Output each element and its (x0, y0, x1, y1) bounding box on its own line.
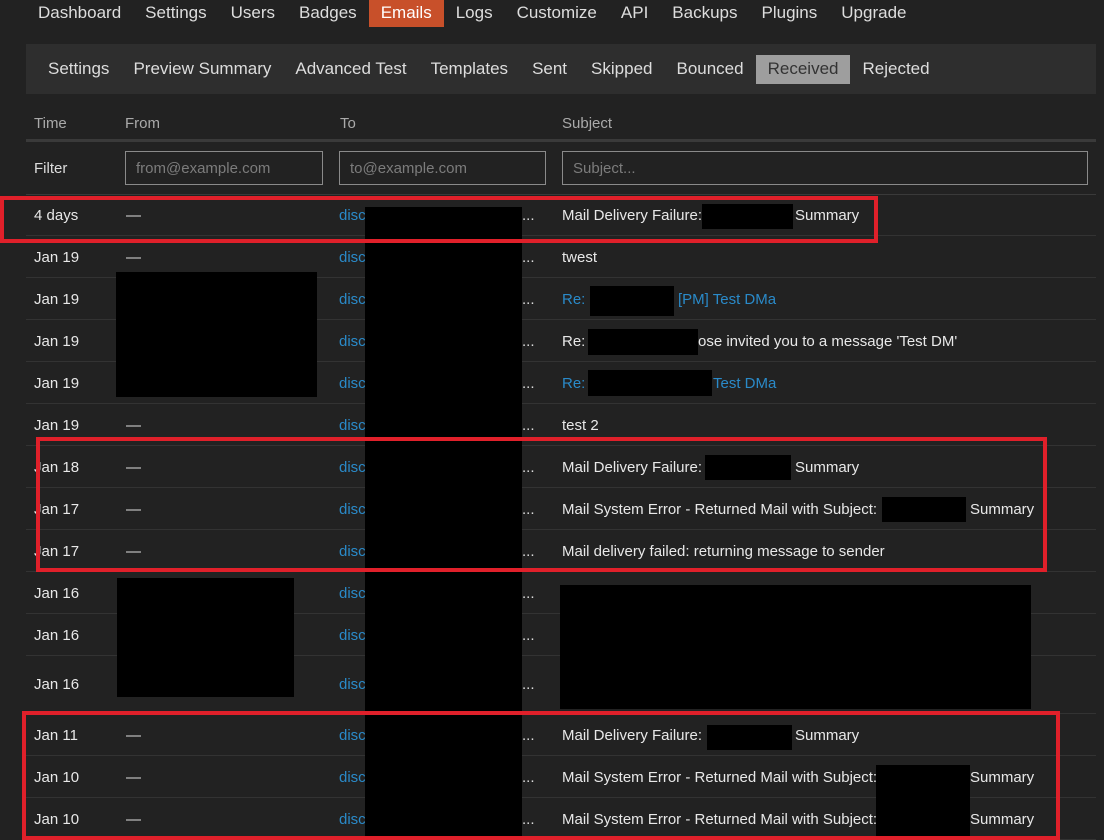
row-subject-link[interactable]: Re: (562, 375, 585, 392)
row-from: — (126, 249, 141, 266)
tab-templates[interactable]: Templates (419, 55, 520, 84)
row-ellipsis: ... (522, 627, 535, 644)
row-to-link[interactable]: disc (339, 417, 366, 434)
row-ellipsis: ... (522, 291, 535, 308)
nav-upgrade[interactable]: Upgrade (829, 0, 918, 27)
redaction-from (117, 578, 294, 697)
row-subject-tail: ose invited you to a message 'Test DM' (698, 333, 958, 350)
tab-received[interactable]: Received (755, 54, 851, 84)
row-time: Jan 16 (34, 585, 80, 602)
header-subject: Subject (562, 115, 613, 132)
nav-customize[interactable]: Customize (505, 0, 609, 27)
tab-bounced[interactable]: Bounced (664, 55, 755, 84)
row-to-link[interactable]: disc (339, 375, 366, 392)
tab-rejected[interactable]: Rejected (850, 55, 941, 84)
tab-preview-summary[interactable]: Preview Summary (121, 55, 283, 84)
highlight-box (0, 196, 878, 243)
nav-plugins[interactable]: Plugins (750, 0, 830, 27)
admin-top-nav: Dashboard Settings Users Badges Emails L… (26, 0, 918, 30)
nav-badges[interactable]: Badges (287, 0, 369, 27)
header-time: Time (34, 115, 67, 132)
row-from: — (126, 417, 141, 434)
from-filter-input[interactable] (125, 151, 323, 185)
row-subject-tail[interactable]: [PM] Test DMa (678, 291, 776, 308)
redaction-subject (588, 370, 712, 396)
nav-backups[interactable]: Backups (660, 0, 749, 27)
row-ellipsis: ... (522, 249, 535, 266)
row-to-link[interactable]: disc (339, 291, 366, 308)
row-ellipsis: ... (522, 333, 535, 350)
nav-dashboard[interactable]: Dashboard (26, 0, 133, 27)
row-subject: twest (562, 249, 598, 266)
tab-skipped[interactable]: Skipped (579, 55, 664, 84)
row-to-link[interactable]: disc (339, 585, 366, 602)
row-time: Jan 16 (34, 676, 80, 693)
row-subject-tail[interactable]: Test DMa (713, 375, 776, 392)
highlight-box (22, 711, 1060, 840)
tab-sent[interactable]: Sent (520, 55, 579, 84)
highlight-box (36, 437, 1047, 572)
header-to: To (340, 115, 356, 132)
row-to-link[interactable]: disc (339, 249, 366, 266)
row-subject: Re: (562, 333, 586, 350)
tab-settings[interactable]: Settings (36, 55, 121, 84)
row-to-link[interactable]: disc (339, 676, 366, 693)
row-to-link[interactable]: disc (339, 333, 366, 350)
nav-api[interactable]: API (609, 0, 660, 27)
redaction-from (116, 272, 317, 397)
row-ellipsis: ... (522, 585, 535, 602)
row-ellipsis: ... (522, 375, 535, 392)
tab-advanced-test[interactable]: Advanced Test (283, 55, 418, 84)
row-ellipsis: ... (522, 417, 535, 434)
filter-row: Filter (26, 142, 1096, 195)
header-from: From (125, 115, 160, 132)
row-time: Jan 19 (34, 333, 80, 350)
nav-settings[interactable]: Settings (133, 0, 218, 27)
redaction-subject (560, 585, 1031, 709)
row-time: Jan 19 (34, 417, 80, 434)
emails-sub-nav: Settings Preview Summary Advanced Test T… (26, 44, 1096, 94)
row-subject: test 2 (562, 417, 599, 434)
received-emails-table: Time From To Subject Filter 4 days — dis… (26, 102, 1096, 840)
table-header: Time From To Subject (26, 102, 1096, 142)
row-time: Jan 16 (34, 627, 80, 644)
row-ellipsis: ... (522, 676, 535, 693)
row-time: Jan 19 (34, 249, 80, 266)
subject-filter-input[interactable] (562, 151, 1088, 185)
redaction-subject (588, 329, 698, 355)
row-time: Jan 19 (34, 375, 80, 392)
row-to-link[interactable]: disc (339, 627, 366, 644)
nav-emails[interactable]: Emails (368, 0, 444, 27)
nav-logs[interactable]: Logs (444, 0, 505, 27)
nav-users[interactable]: Users (219, 0, 287, 27)
row-subject-link[interactable]: Re: (562, 291, 585, 308)
redaction-subject (590, 286, 674, 316)
filter-label: Filter (34, 160, 68, 177)
row-time: Jan 19 (34, 291, 80, 308)
to-filter-input[interactable] (339, 151, 546, 185)
